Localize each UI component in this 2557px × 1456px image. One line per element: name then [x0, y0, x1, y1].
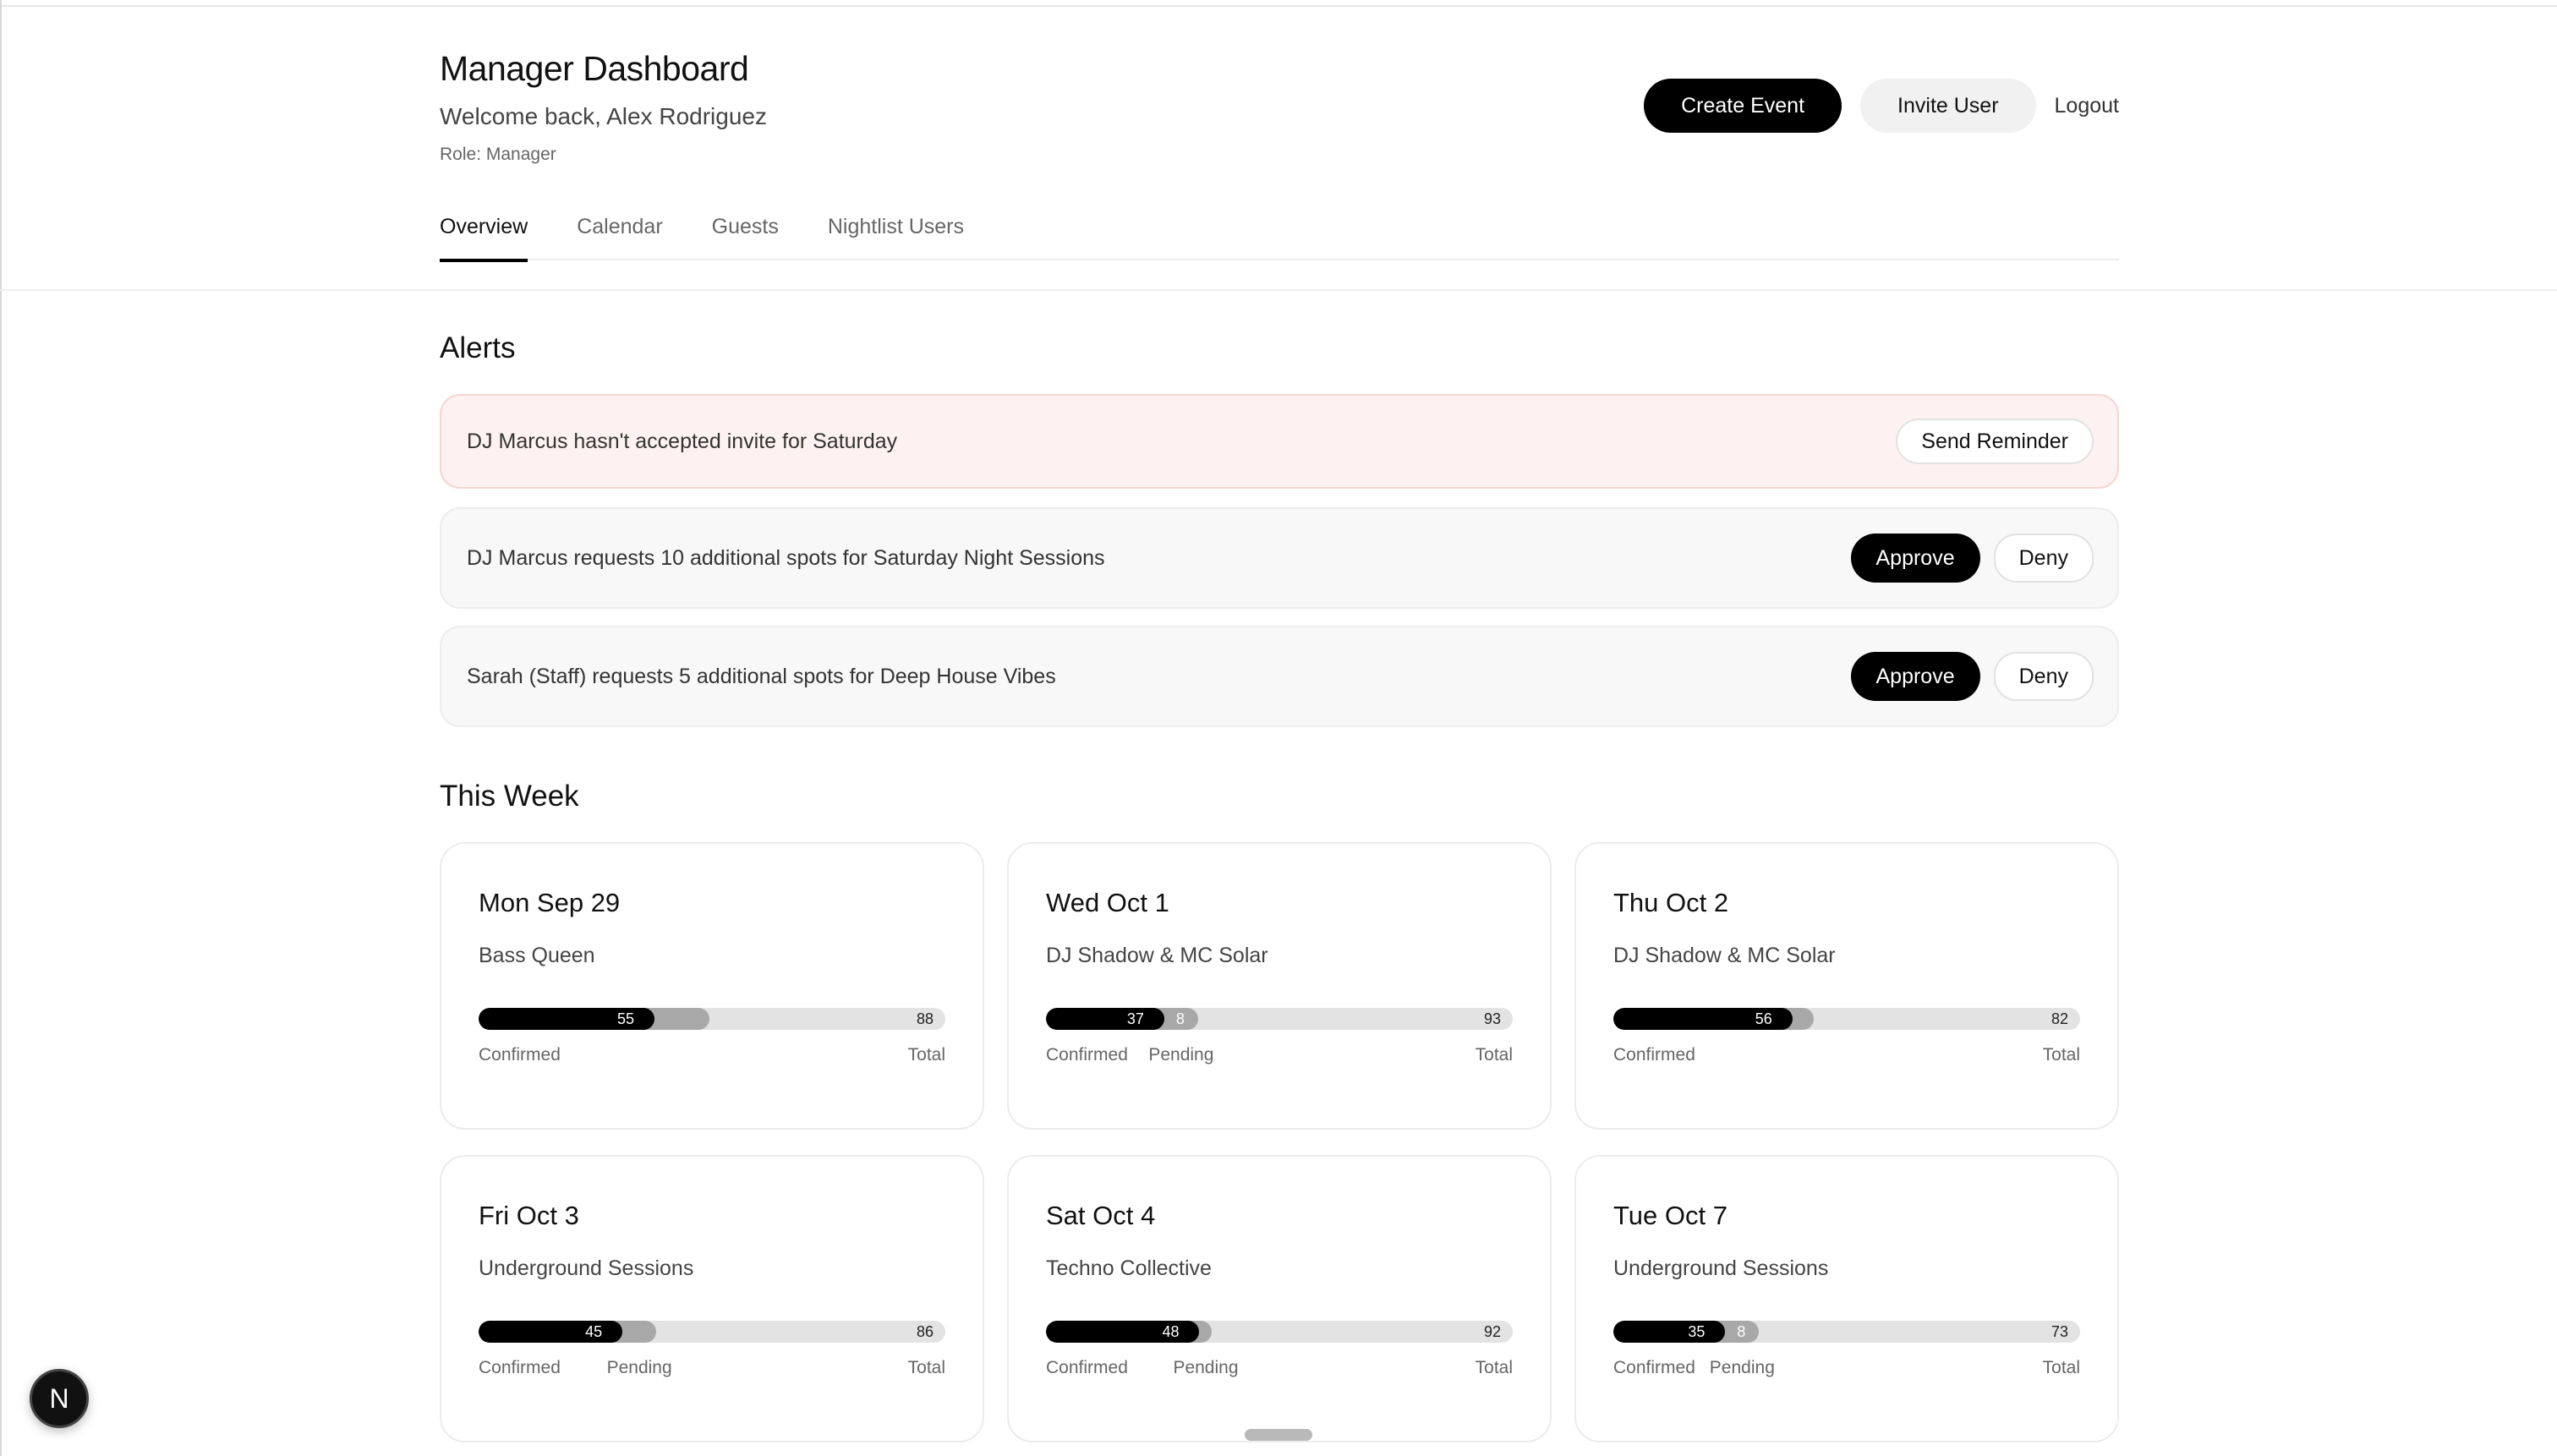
total-count: 86 — [916, 1323, 934, 1340]
alerts-title: Alerts — [440, 331, 516, 364]
welcome-message: Welcome back, Alex Rodriguez — [440, 103, 767, 129]
event-artist: DJ Shadow & MC Solar — [1046, 944, 1268, 967]
bar-legend: Confirmed Pending Total — [1046, 1358, 1513, 1383]
event-artist: DJ Shadow & MC Solar — [1613, 944, 1836, 967]
event-card[interactable]: Sat Oct 4 Techno Collective 48 92 Confirmed P… — [1007, 1155, 1552, 1442]
total-count: 93 — [1483, 1010, 1501, 1027]
confirmed-label: Confirmed — [1046, 1358, 1128, 1377]
total-label: Total — [1475, 1358, 1513, 1377]
event-card[interactable]: Wed Oct 1 DJ Shadow & MC Solar 37 8 93 Confir… — [1007, 842, 1552, 1130]
tab-calendar[interactable]: Calendar — [577, 203, 662, 260]
alert-text: DJ Marcus hasn't accepted invite for Sat… — [467, 429, 898, 453]
pending-label: Pending — [606, 1358, 672, 1377]
confirmed-count: 48 — [1162, 1323, 1180, 1340]
event-artist: Underground Sessions — [1613, 1256, 1829, 1280]
total-label: Total — [1475, 1045, 1513, 1065]
approve-button[interactable]: Approve — [1850, 534, 1980, 583]
tab-bar: Overview Calendar Guests Nightlist Users — [440, 203, 2119, 262]
header-actions: Create Event Invite User Logout — [1644, 79, 2119, 133]
event-card[interactable]: Mon Sep 29 Bass Queen 55 88 Confirmed Total — [440, 842, 984, 1130]
event-artist: Underground Sessions — [479, 1256, 694, 1280]
user-role: Role: Manager — [440, 145, 556, 164]
total-count: 92 — [1483, 1323, 1501, 1340]
guest-progress-bar: 56 82 — [1613, 1008, 2080, 1030]
confirmed-count: 55 — [616, 1010, 634, 1027]
guest-progress-bar: 55 88 — [479, 1008, 945, 1030]
total-label: Total — [2042, 1045, 2080, 1065]
confirmed-bar — [1613, 1321, 1726, 1343]
logout-button[interactable]: Logout — [2055, 94, 2119, 118]
page-header: Manager Dashboard Welcome back, Alex Rod… — [0, 7, 2557, 291]
confirmed-label: Confirmed — [1613, 1045, 1695, 1065]
guest-progress-bar: 35 8 73 — [1613, 1321, 2080, 1343]
total-count: 82 — [2051, 1010, 2068, 1027]
tab-overview[interactable]: Overview — [440, 203, 528, 262]
confirmed-count: 35 — [1688, 1323, 1706, 1340]
total-label: Total — [907, 1045, 945, 1065]
tab-guests[interactable]: Guests — [712, 203, 779, 260]
confirmed-bar — [1046, 1008, 1164, 1030]
week-events-grid: Mon Sep 29 Bass Queen 55 88 Confirmed Total W… — [440, 842, 2119, 1442]
create-event-button[interactable]: Create Event — [1644, 79, 1842, 133]
invite-user-button[interactable]: Invite User — [1860, 79, 2036, 133]
event-artist: Techno Collective — [1046, 1256, 1212, 1280]
guest-progress-bar: 48 92 — [1046, 1321, 1513, 1343]
event-date: Mon Sep 29 — [479, 888, 621, 917]
alert-item: DJ Marcus requests 10 additional spots f… — [440, 507, 2119, 609]
bar-legend: Confirmed Total — [1613, 1045, 2080, 1070]
deny-button[interactable]: Deny — [1993, 652, 2094, 701]
event-date: Tue Oct 7 — [1613, 1201, 1727, 1230]
tab-nightlist-users[interactable]: Nightlist Users — [828, 203, 964, 260]
bar-legend: Confirmed Pending Total — [1613, 1358, 2080, 1383]
guest-progress-bar: 45 86 — [479, 1321, 945, 1343]
event-date: Wed Oct 1 — [1046, 888, 1169, 917]
event-date: Fri Oct 3 — [479, 1201, 579, 1230]
alert-text: Sarah (Staff) requests 5 additional spot… — [467, 664, 1056, 688]
confirmed-label: Confirmed — [479, 1045, 561, 1065]
pending-count: 8 — [1175, 1010, 1185, 1027]
pending-label: Pending — [1173, 1358, 1239, 1377]
bar-legend: Confirmed Total — [479, 1045, 945, 1070]
total-label: Total — [2042, 1358, 2080, 1377]
total-count: 73 — [2051, 1323, 2068, 1340]
approve-button[interactable]: Approve — [1850, 652, 1980, 701]
event-artist: Bass Queen — [479, 944, 595, 967]
this-week-title: This Week — [440, 780, 579, 813]
bar-legend: Confirmed Pending Total — [1046, 1045, 1513, 1070]
scroll-handle[interactable] — [1245, 1429, 1312, 1441]
confirmed-label: Confirmed — [1613, 1358, 1695, 1377]
bar-legend: Confirmed Pending Total — [479, 1358, 945, 1383]
alert-text: DJ Marcus requests 10 additional spots f… — [467, 545, 1105, 570]
pending-label: Pending — [1709, 1358, 1775, 1377]
guest-progress-bar: 37 8 93 — [1046, 1008, 1513, 1030]
event-card[interactable]: Tue Oct 7 Underground Sessions 35 8 73 Confir… — [1574, 1155, 2119, 1442]
event-date: Thu Oct 2 — [1613, 888, 1729, 917]
confirmed-label: Confirmed — [479, 1358, 561, 1377]
top-border — [0, 0, 2557, 7]
total-count: 88 — [916, 1010, 934, 1027]
confirmed-count: 45 — [585, 1323, 603, 1340]
confirmed-count: 37 — [1126, 1010, 1144, 1027]
deny-button[interactable]: Deny — [1993, 534, 2094, 583]
send-reminder-button[interactable]: Send Reminder — [1896, 419, 2094, 464]
page-title: Manager Dashboard — [440, 49, 749, 88]
pending-label: Pending — [1148, 1045, 1214, 1065]
pending-count: 8 — [1737, 1323, 1746, 1340]
dev-tools-badge[interactable]: N — [30, 1369, 89, 1428]
event-card[interactable]: Fri Oct 3 Underground Sessions 45 86 Confirm… — [440, 1155, 984, 1442]
event-date: Sat Oct 4 — [1046, 1201, 1156, 1230]
confirmed-count: 56 — [1755, 1010, 1772, 1027]
event-card[interactable]: Thu Oct 2 DJ Shadow & MC Solar 56 82 Confirm… — [1574, 842, 2119, 1130]
alert-item: DJ Marcus hasn't accepted invite for Sat… — [440, 394, 2119, 489]
confirmed-label: Confirmed — [1046, 1045, 1128, 1065]
total-label: Total — [907, 1358, 945, 1377]
alert-item: Sarah (Staff) requests 5 additional spot… — [440, 626, 2119, 727]
